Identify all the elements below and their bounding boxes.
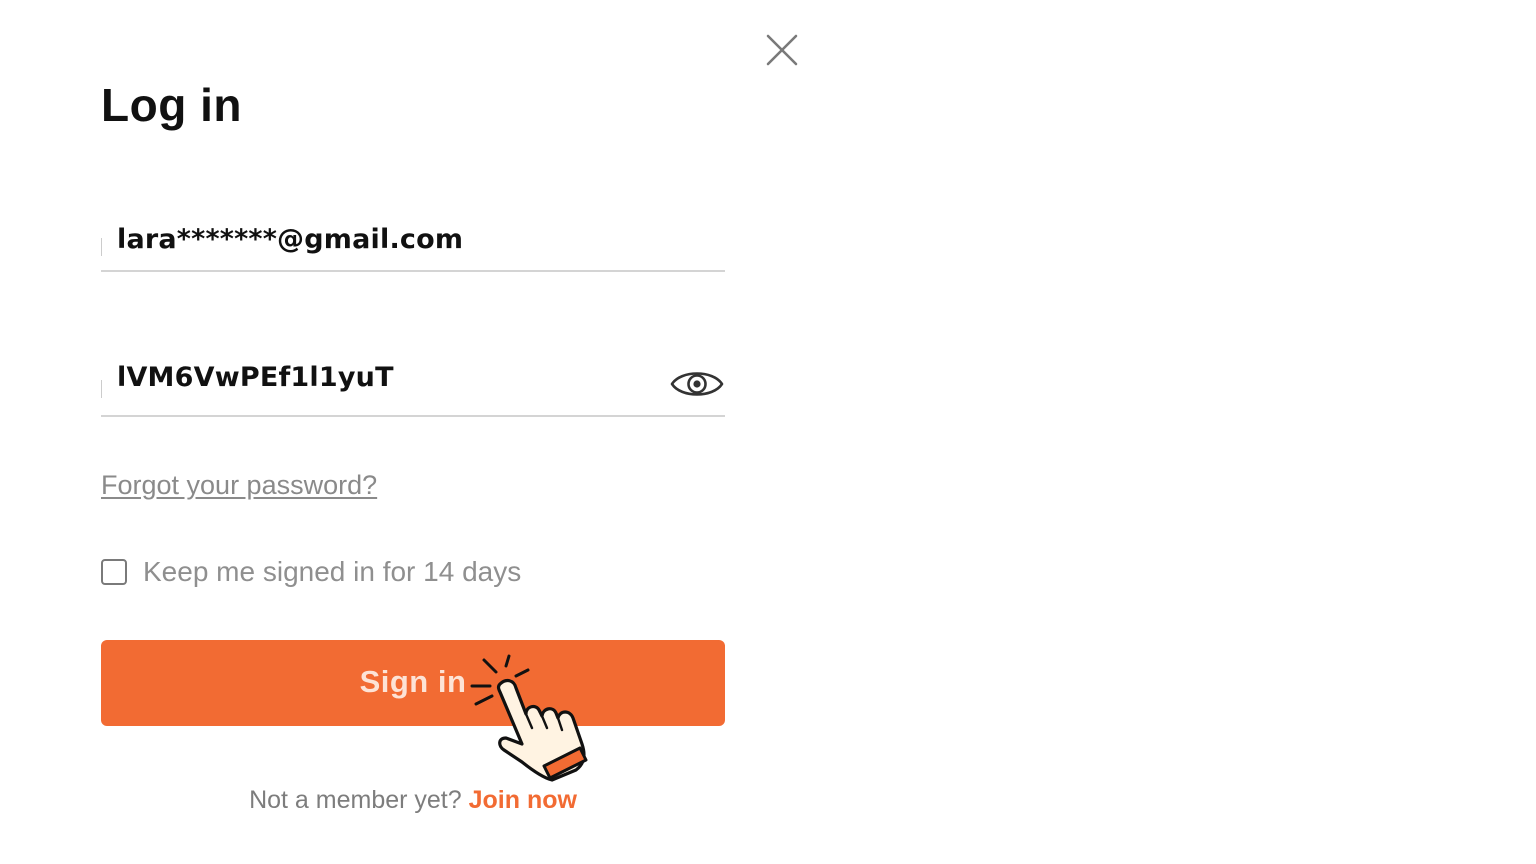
email-value[interactable]: lara*******@gmail.com [117,224,463,255]
tap-hand-icon [470,654,588,782]
input-caret [101,238,102,256]
input-caret [101,380,102,398]
sign-in-label: Sign in [359,664,467,699]
page-title: Log in [101,79,242,131]
forgot-password-link[interactable]: Forgot your password? [101,470,377,501]
password-field[interactable]: lVM6VwPEf1l1yuT [101,352,725,417]
login-page: Log in lara*******@gmail.com lVM6VwPEf1l… [0,0,1536,864]
email-field[interactable]: lara*******@gmail.com [101,218,725,272]
keep-signed-in-label: Keep me signed in for 14 days [143,556,522,587]
keep-signed-in-checkbox[interactable] [101,559,127,585]
eye-icon [670,372,724,396]
close-icon [766,34,798,66]
password-value[interactable]: lVM6VwPEf1l1yuT [117,362,394,393]
sign-in-button[interactable]: Sign in [101,640,725,726]
keep-signed-in-row[interactable]: Keep me signed in for 14 days [101,556,521,588]
join-now-link[interactable]: Join now [469,786,577,814]
close-button[interactable] [764,32,800,68]
show-password-toggle[interactable] [669,362,725,406]
not-member-text: Not a member yet? [249,786,462,814]
signup-prompt: Not a member yet? Join now [101,786,725,815]
